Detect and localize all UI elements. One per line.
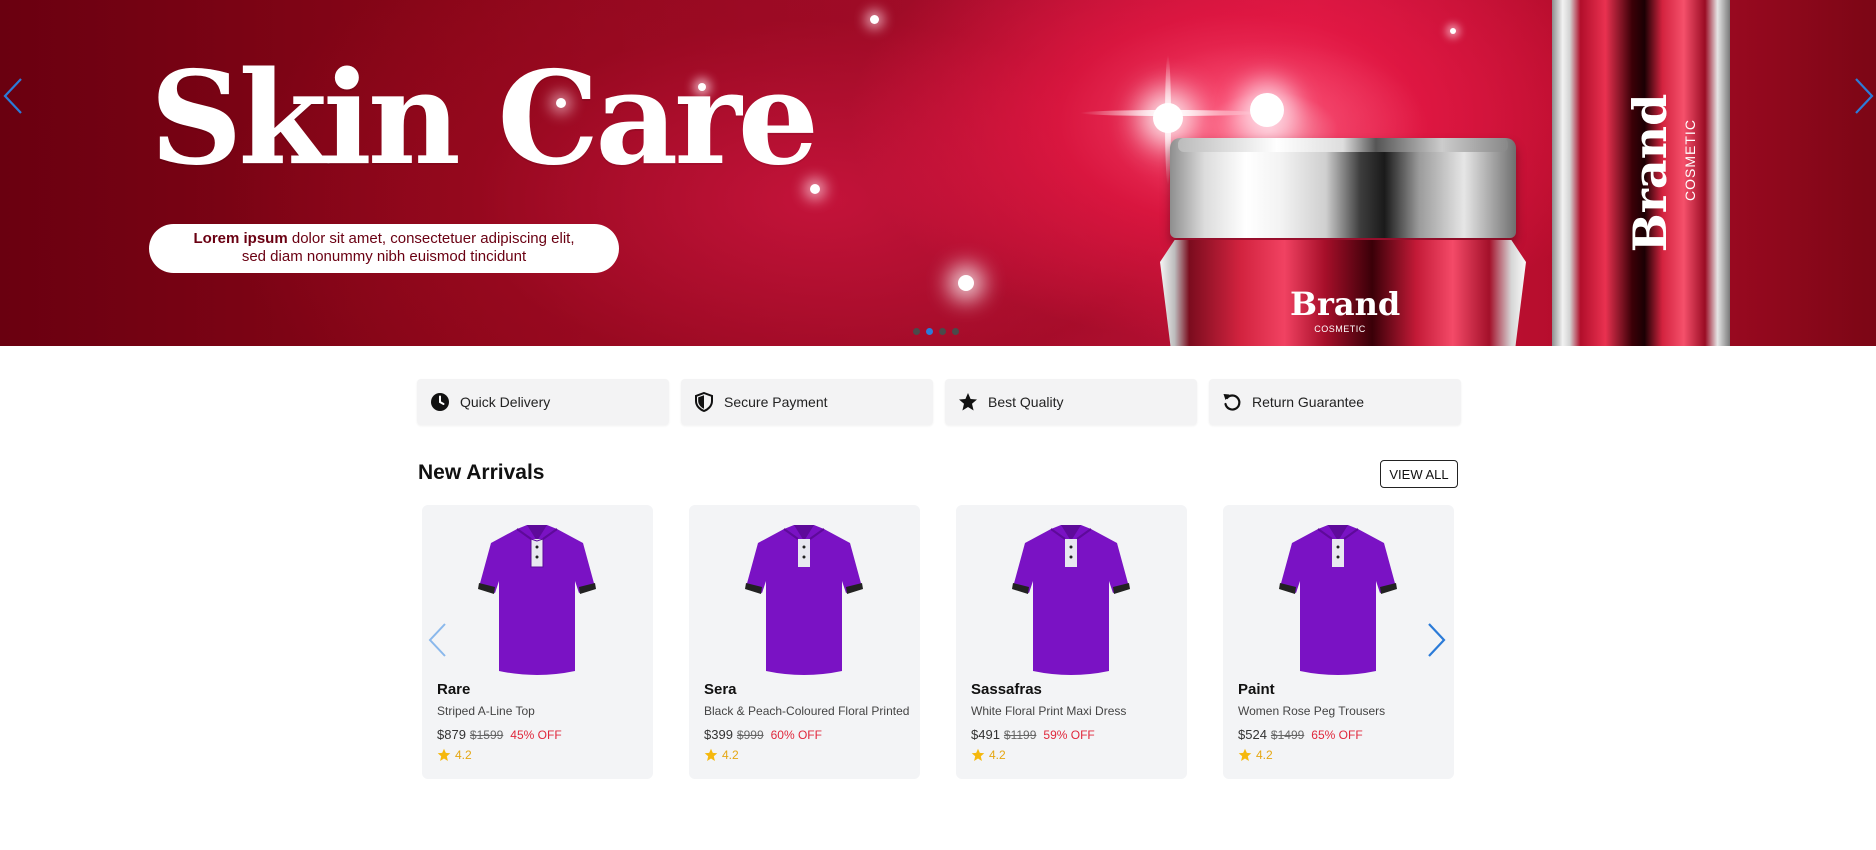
- jar-lid: [1170, 138, 1516, 238]
- feature-secure-payment: Secure Payment: [681, 379, 933, 425]
- product-name: Sera: [704, 681, 737, 698]
- tagline-line2: sed diam nonummy nibh euismod tincidunt: [241, 248, 527, 265]
- product-price: $491: [971, 727, 1000, 742]
- product-desc: Striped A-Line Top: [437, 704, 535, 718]
- product-name: Sassafras: [971, 681, 1042, 698]
- product-prices: $879 $1599 45% OFF: [437, 727, 562, 742]
- jar-sub: COSMETIC: [1314, 324, 1366, 334]
- product-prices: $491 $1199 59% OFF: [971, 727, 1095, 742]
- tube-brand: Brand: [1623, 93, 1677, 253]
- product-old-price: $1599: [469, 728, 504, 742]
- product-card[interactable]: Sassafras White Floral Print Maxi Dress …: [956, 505, 1187, 779]
- product-card[interactable]: Sera Black & Peach-Coloured Floral Print…: [689, 505, 920, 779]
- feature-label: Best Quality: [988, 394, 1064, 410]
- undo-icon: [1222, 392, 1242, 412]
- product-prices: $399 $999 60% OFF: [704, 727, 822, 742]
- product-name: Paint: [1238, 681, 1275, 698]
- product-rating: 4.2: [1238, 748, 1273, 762]
- sparkle: [958, 275, 974, 291]
- carousel-prev-button[interactable]: [426, 621, 450, 659]
- polo-shirt-image: [1012, 525, 1130, 675]
- star-icon: [958, 392, 978, 412]
- tagline-bold: Lorem ipsum: [193, 230, 288, 247]
- polo-shirt-image: [1279, 525, 1397, 675]
- feature-return-guarantee: Return Guarantee: [1209, 379, 1461, 425]
- feature-label: Return Guarantee: [1252, 394, 1365, 410]
- polo-shirt-image: [745, 525, 863, 675]
- jar-lid-rim: [1178, 138, 1508, 152]
- product-rating: 4.2: [971, 748, 1006, 762]
- tube-sub: COSMETIC: [1682, 119, 1698, 201]
- sparkle: [1153, 103, 1183, 133]
- product-rating: 4.2: [437, 748, 472, 762]
- product-price: $399: [704, 727, 733, 742]
- rating-value: 4.2: [1256, 748, 1273, 762]
- feature-strip: Quick Delivery Secure Payment Best Quali…: [417, 379, 1461, 425]
- hero-banner: Skin Care Lorem ipsum dolor sit amet, co…: [0, 0, 1876, 346]
- jar-brand: Brand: [1290, 285, 1401, 323]
- product-name: Rare: [437, 681, 471, 698]
- slide-dot-active[interactable]: [926, 328, 933, 335]
- sparkle: [1450, 28, 1456, 34]
- product-carousel: Rare Striped A-Line Top $879 $1599 45% O…: [422, 505, 1454, 779]
- product-price: $524: [1238, 727, 1267, 742]
- hero-title: Skin Care: [150, 44, 819, 194]
- product-old-price: $999: [736, 728, 764, 742]
- product-discount: 59% OFF: [1043, 728, 1095, 742]
- product-card[interactable]: Paint Women Rose Peg Trousers $524 $1499…: [1223, 505, 1454, 779]
- chevron-right-icon: [1855, 78, 1874, 114]
- rating-value: 4.2: [455, 748, 472, 762]
- sparkle: [1250, 93, 1284, 127]
- slide-indicators: [913, 328, 959, 335]
- section-title: New Arrivals: [418, 461, 545, 484]
- chevron-left-icon: [3, 78, 22, 114]
- star-icon: [704, 748, 718, 761]
- product-old-price: $1499: [1270, 728, 1305, 742]
- slide-dot[interactable]: [952, 328, 959, 335]
- product-desc: White Floral Print Maxi Dress: [971, 704, 1127, 718]
- clock-icon: [430, 392, 450, 412]
- chevron-right-icon: [1428, 623, 1446, 657]
- product-discount: 60% OFF: [770, 728, 822, 742]
- star-icon: [971, 748, 985, 761]
- slide-dot[interactable]: [939, 328, 946, 335]
- rating-value: 4.2: [722, 748, 739, 762]
- feature-label: Secure Payment: [724, 394, 828, 410]
- hero-next-button[interactable]: [1850, 76, 1876, 116]
- carousel-next-button[interactable]: [1424, 621, 1448, 659]
- slide-dot[interactable]: [913, 328, 920, 335]
- feature-quick-delivery: Quick Delivery: [417, 379, 669, 425]
- sparkle: [870, 15, 879, 24]
- product-discount: 65% OFF: [1311, 728, 1363, 742]
- polo-shirt-image: [478, 525, 596, 675]
- star-icon: [437, 748, 451, 761]
- product-price: $879: [437, 727, 466, 742]
- tagline-text: dolor sit amet, consectetuer adipiscing …: [287, 230, 575, 247]
- star-icon: [1238, 748, 1252, 761]
- hero-tagline: Lorem ipsum dolor sit amet, consectetuer…: [149, 224, 619, 273]
- chevron-left-icon: [428, 623, 446, 657]
- hero-prev-button[interactable]: [1, 76, 27, 116]
- feature-label: Quick Delivery: [460, 394, 551, 410]
- product-old-price: $1199: [1003, 728, 1037, 742]
- product-card[interactable]: Rare Striped A-Line Top $879 $1599 45% O…: [422, 505, 653, 779]
- product-discount: 45% OFF: [510, 728, 562, 742]
- product-desc: Women Rose Peg Trousers: [1238, 704, 1386, 718]
- view-all-button[interactable]: VIEW ALL: [1380, 460, 1458, 488]
- product-rating: 4.2: [704, 748, 739, 762]
- feature-best-quality: Best Quality: [945, 379, 1197, 425]
- product-desc: Black & Peach-Coloured Floral Printed: [704, 704, 910, 718]
- product-prices: $524 $1499 65% OFF: [1238, 727, 1363, 742]
- shield-icon: [694, 392, 714, 412]
- rating-value: 4.2: [989, 748, 1006, 762]
